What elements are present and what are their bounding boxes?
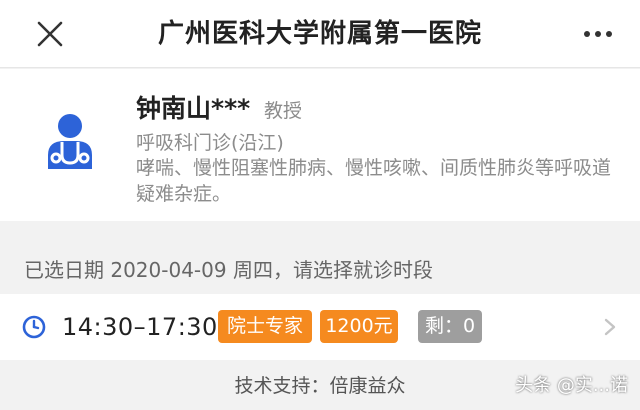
doctor-department: 呼吸科门诊(沿江) (136, 132, 284, 154)
doctor-title: 教授 (264, 100, 303, 122)
more-dot (606, 31, 612, 37)
slot-time: 14:30–17:30 (62, 313, 218, 341)
appointment-page: 广州医科大学附属第一医院 钟南山*** 教授 呼吸科门诊(沿江) 哮喘、慢性阻塞… (0, 0, 640, 410)
page-title: 广州医科大学附属第一医院 (157, 19, 482, 49)
time-slot-row[interactable]: 14:30–17:30 院士专家 1200元 剩：0 (0, 294, 640, 360)
clock-icon (22, 315, 46, 339)
doctor-specialty: 哮喘、慢性阻塞性肺病、慢性咳嗽、间质性肺炎等呼吸道疑难杂症。 (136, 157, 612, 205)
remaining-tag: 剩：0 (418, 310, 482, 343)
more-button[interactable] (576, 20, 620, 48)
more-dots-icon (584, 31, 590, 37)
close-icon (37, 21, 63, 47)
watermark-text: 头条 @实...诺 (515, 375, 628, 396)
doctor-card[interactable]: 钟南山*** 教授 呼吸科门诊(沿江) 哮喘、慢性阻塞性肺病、慢性咳嗽、间质性肺… (0, 69, 640, 221)
nav-header: 广州医科大学附属第一医院 (0, 0, 640, 68)
more-dot (595, 31, 601, 37)
chevron-right-icon (604, 318, 616, 336)
selected-date-bar: 已选日期 2020-04-09 周四，请选择就诊时段 (24, 258, 433, 282)
close-button[interactable] (28, 16, 72, 52)
doctor-name: 钟南山*** (136, 94, 251, 123)
doctor-stethoscope-icon (48, 114, 92, 169)
price-tag: 1200元 (320, 310, 398, 343)
expert-tag: 院士专家 (218, 310, 312, 343)
